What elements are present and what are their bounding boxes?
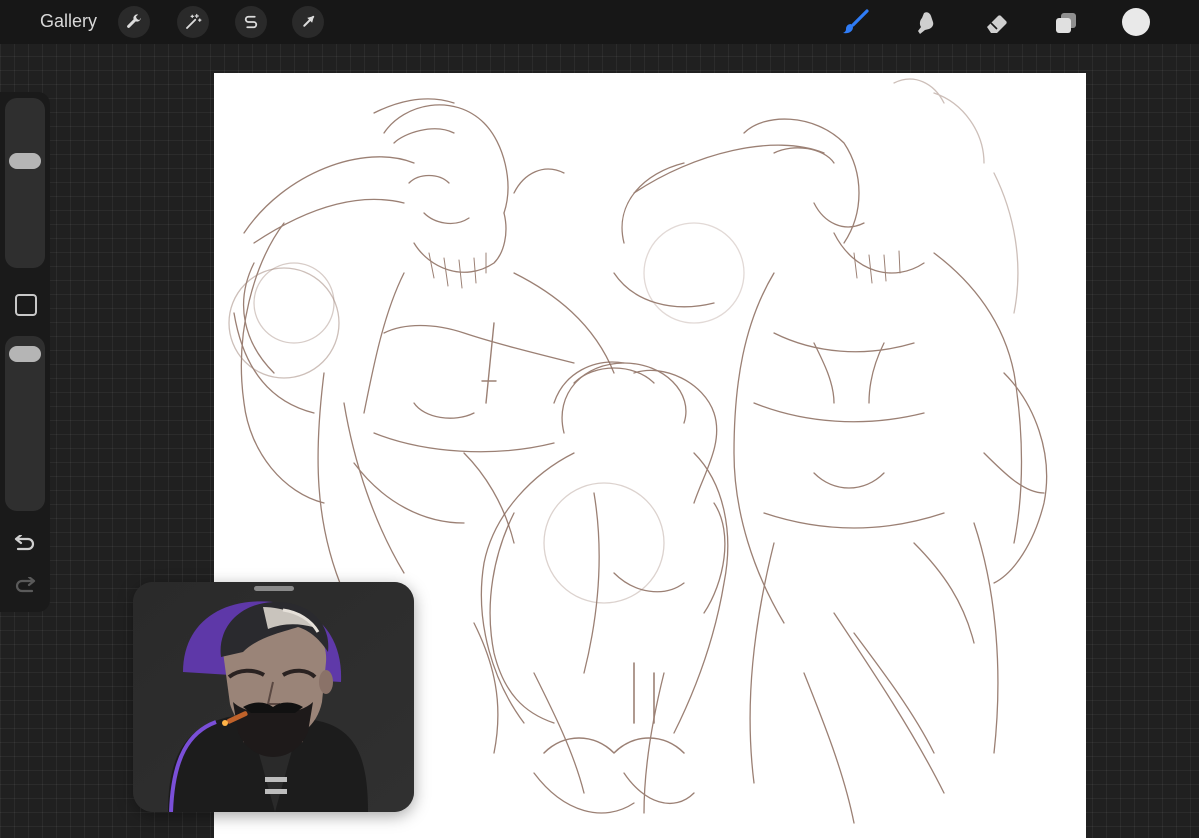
reference-portrait-image bbox=[133, 582, 414, 812]
actions-wrench-icon[interactable] bbox=[118, 6, 150, 38]
brush-opacity-slider-thumb[interactable] bbox=[9, 346, 41, 363]
layers-icon[interactable] bbox=[1049, 6, 1083, 40]
reference-window-handle[interactable] bbox=[254, 586, 294, 591]
smudge-icon[interactable] bbox=[909, 6, 943, 40]
modify-button[interactable] bbox=[15, 294, 37, 316]
transform-arrow-icon[interactable] bbox=[292, 6, 324, 38]
selection-s-icon[interactable] bbox=[235, 6, 267, 38]
color-picker-swatch[interactable] bbox=[1122, 8, 1150, 36]
adjustments-magic-wand-icon[interactable] bbox=[177, 6, 209, 38]
brush-opacity-slider[interactable] bbox=[5, 336, 45, 511]
brush-icon[interactable] bbox=[838, 6, 872, 40]
left-sidebar bbox=[0, 92, 50, 612]
brush-size-slider[interactable] bbox=[5, 98, 45, 268]
redo-icon[interactable] bbox=[11, 574, 39, 598]
gallery-button[interactable]: Gallery bbox=[40, 11, 97, 32]
eraser-icon[interactable] bbox=[980, 6, 1014, 40]
top-toolbar: Gallery bbox=[0, 0, 1199, 44]
undo-icon[interactable] bbox=[11, 532, 39, 556]
reference-window[interactable] bbox=[133, 582, 414, 812]
brush-size-slider-thumb[interactable] bbox=[9, 153, 41, 170]
